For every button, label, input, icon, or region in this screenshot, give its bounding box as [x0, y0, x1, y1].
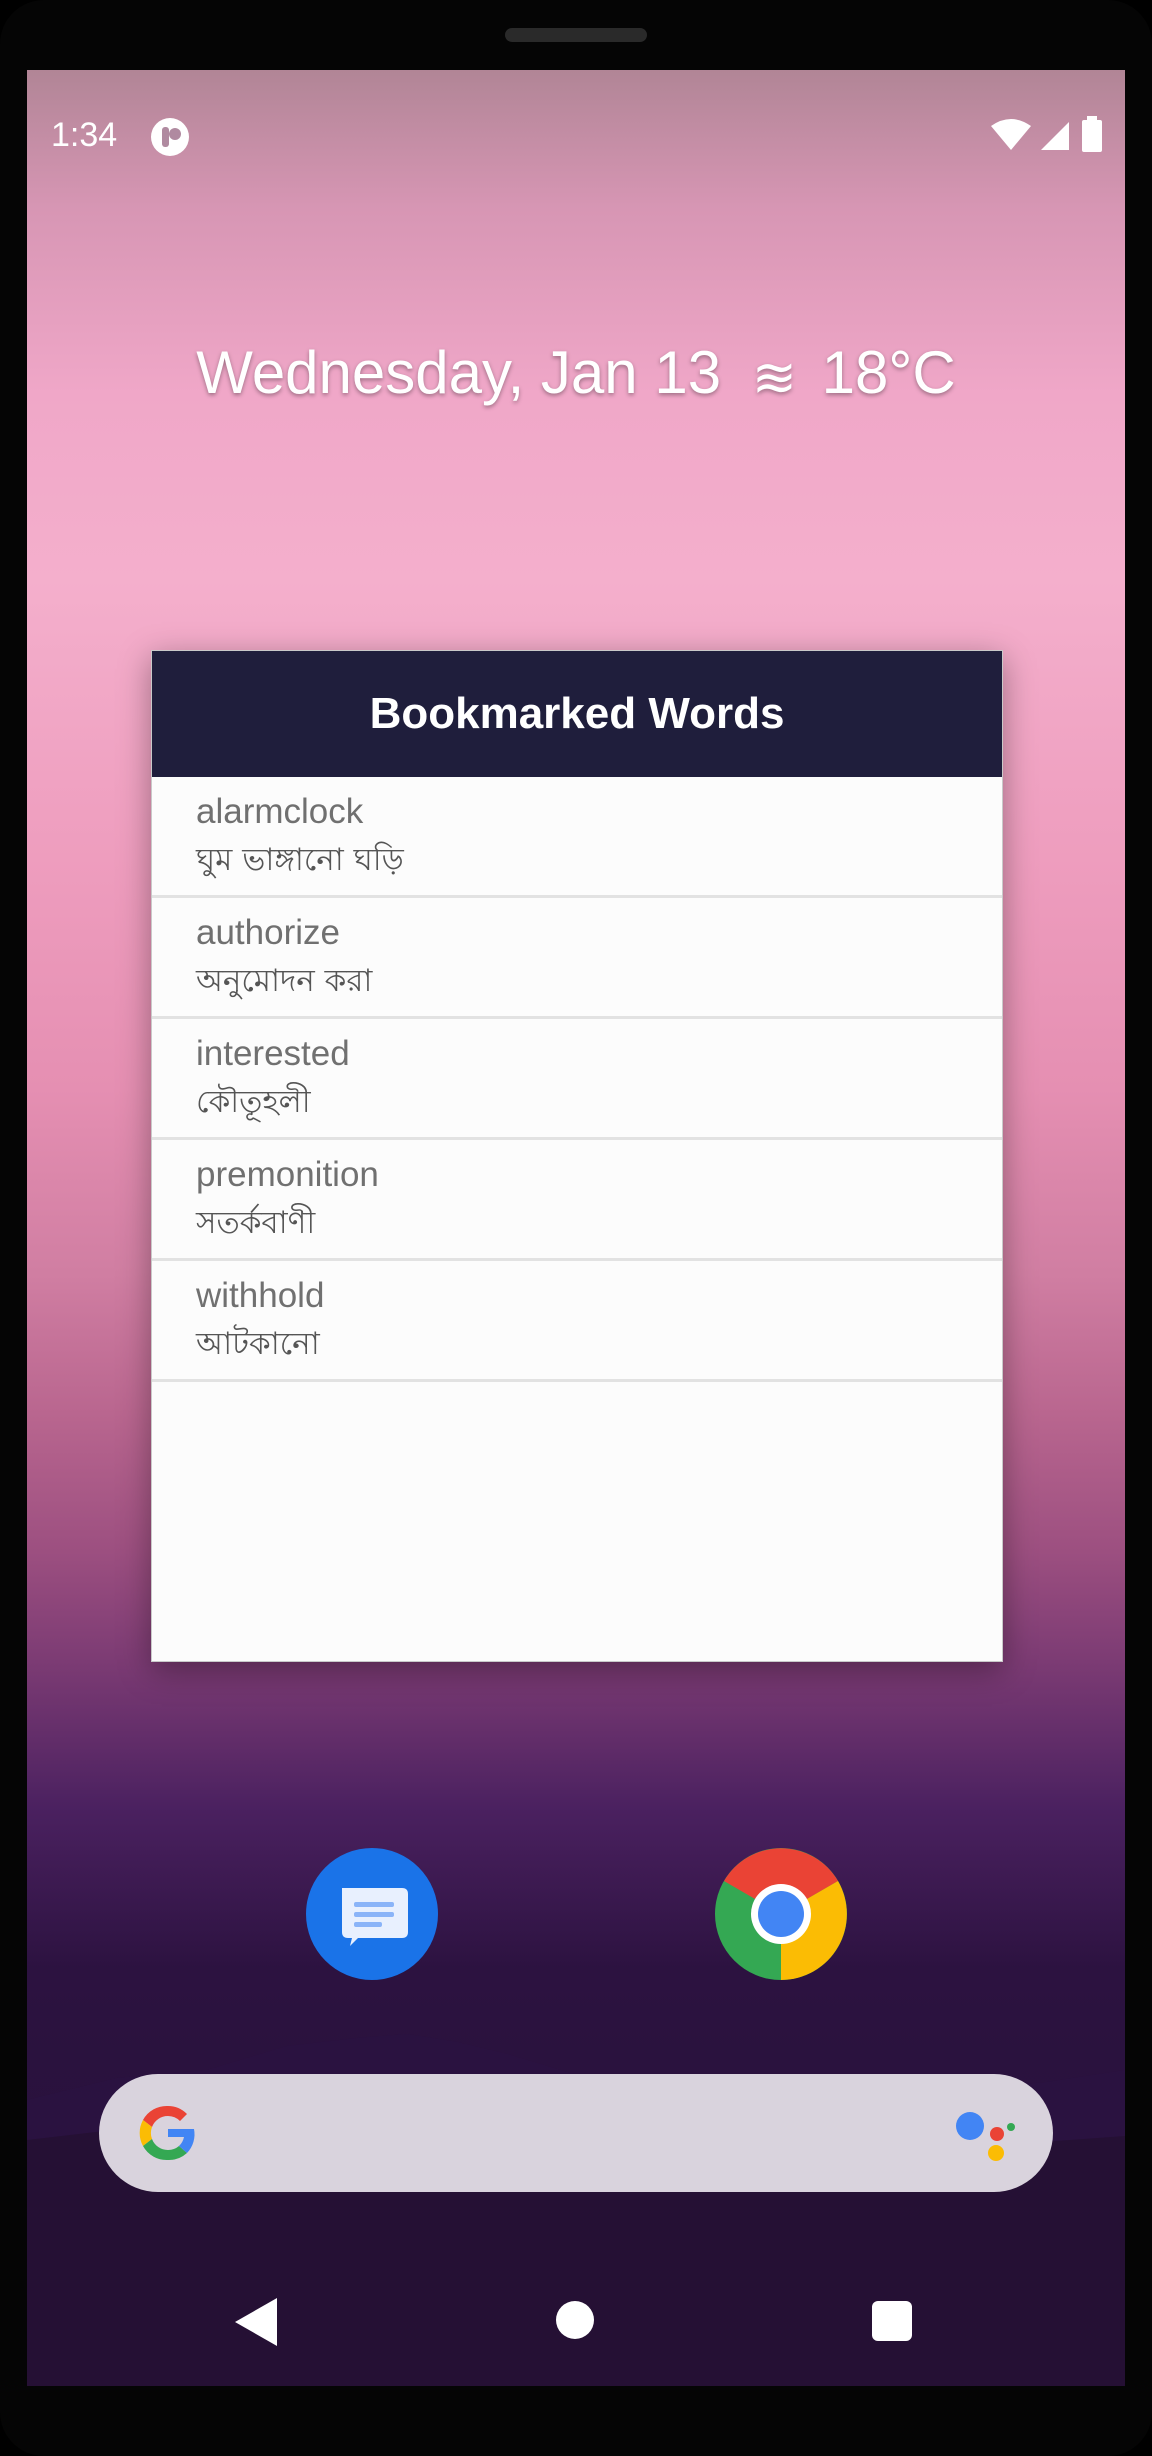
word-list-item[interactable]: interested কৌতূহলী: [152, 1019, 1002, 1140]
word-list-item[interactable]: withhold আটকানো: [152, 1261, 1002, 1382]
back-icon[interactable]: [233, 2296, 279, 2348]
status-time: 1:34: [51, 116, 118, 154]
word-list-item[interactable]: premonition সতর্কবাণী: [152, 1140, 1002, 1261]
word-list-item[interactable]: authorize অনুমোদন করা: [152, 898, 1002, 1019]
home-screen: 1:34 Wednesday, Jan 13 ≋ 18°C Bookmarked…: [27, 70, 1125, 2386]
word-english: premonition: [196, 1155, 379, 1194]
word-english: authorize: [196, 913, 340, 952]
bookmarked-words-widget[interactable]: Bookmarked Words alarmclock ঘুম ভাঙ্গানো…: [151, 650, 1003, 1662]
phone-frame: 1:34 Wednesday, Jan 13 ≋ 18°C Bookmarked…: [0, 0, 1152, 2456]
google-search-bar[interactable]: [99, 2074, 1053, 2192]
recents-icon[interactable]: [872, 2301, 912, 2341]
haze-icon: ≋: [751, 347, 797, 408]
word-english: interested: [196, 1034, 350, 1073]
wifi-icon: [991, 119, 1031, 150]
google-g-icon: [139, 2105, 195, 2161]
word-english: alarmclock: [196, 792, 364, 831]
word-bengali: কৌতূহলী: [196, 1084, 311, 1120]
word-bengali: সতর্কবাণী: [196, 1205, 316, 1241]
google-assistant-icon[interactable]: [955, 2106, 1017, 2162]
speaker-grille: [505, 28, 647, 42]
word-english: withhold: [196, 1276, 325, 1315]
signal-icon: [1041, 122, 1069, 150]
word-bengali: ঘুম ভাঙ্গানো ঘড়ি: [196, 842, 404, 878]
notification-app-icon: [151, 118, 189, 156]
temperature-text: 18°C: [821, 339, 956, 406]
word-bengali: আটকানো: [196, 1326, 320, 1362]
messages-icon[interactable]: [306, 1848, 438, 1980]
date-text: Wednesday, Jan 13: [196, 339, 722, 406]
word-bengali: অনুমোদন করা: [196, 963, 373, 999]
word-list-item[interactable]: alarmclock ঘুম ভাঙ্গানো ঘড়ি: [152, 777, 1002, 898]
home-icon[interactable]: [556, 2301, 594, 2339]
widget-title: Bookmarked Words: [152, 651, 1002, 777]
date-weather-row[interactable]: Wednesday, Jan 13 ≋ 18°C: [27, 338, 1125, 409]
chrome-icon[interactable]: [715, 1848, 847, 1980]
status-icons: [989, 114, 1109, 158]
battery-icon: [1082, 116, 1102, 152]
